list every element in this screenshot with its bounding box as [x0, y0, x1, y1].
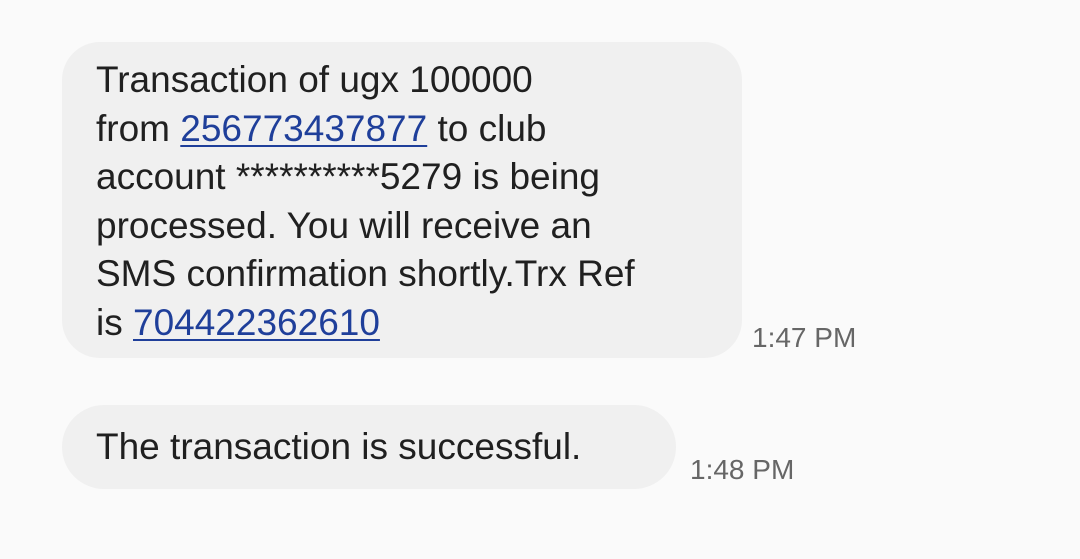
message-timestamp: 1:47 PM — [752, 322, 857, 353]
message-line: The transaction is successful. — [96, 426, 582, 467]
message-line: is 704422362610 — [96, 299, 708, 348]
message-line: from 256773437877 to club — [96, 105, 708, 154]
message-bubble[interactable]: The transaction is successful. — [62, 405, 676, 489]
message-line: account **********5279 is being — [96, 156, 600, 197]
message-bubble[interactable]: Transaction of ugx 100000 from 256773437… — [62, 42, 742, 358]
message-line: SMS confirmation shortly.Trx Ref — [96, 253, 635, 294]
message-timestamp: 1:48 PM — [690, 454, 795, 485]
message-text: from — [96, 107, 181, 149]
transaction-ref-link[interactable]: 704422362610 — [133, 302, 380, 343]
phone-number-link[interactable]: 256773437877 — [180, 108, 427, 149]
message-line: processed. You will receive an — [96, 204, 592, 246]
message-text: to club — [427, 107, 547, 149]
message-line: Transaction of ugx 100000 — [96, 59, 533, 100]
message-text: is — [96, 301, 133, 343]
